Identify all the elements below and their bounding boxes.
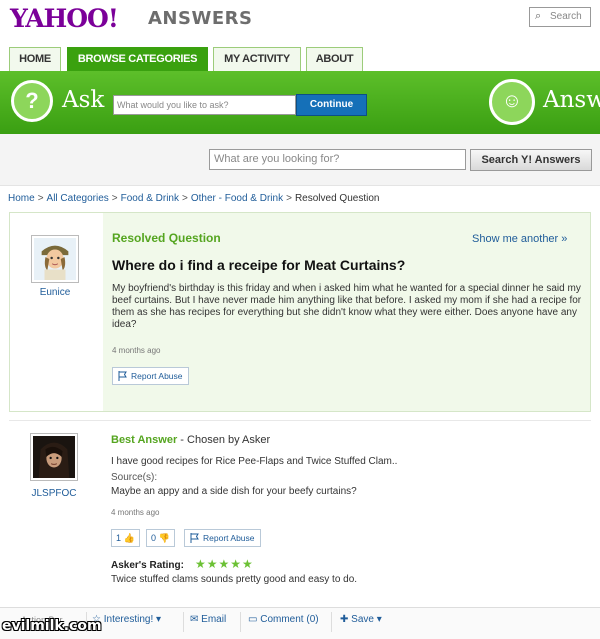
divider bbox=[183, 612, 184, 632]
yahoo-logo[interactable]: YAHOO! bbox=[10, 4, 119, 33]
divider bbox=[240, 612, 241, 632]
answer-report-abuse-button[interactable]: Report Abuse bbox=[184, 529, 261, 547]
save-button[interactable]: ✚ Save ▾ bbox=[340, 614, 382, 625]
save-label: Save bbox=[351, 614, 374, 625]
rating-stars: ★★★★★ bbox=[195, 557, 254, 571]
chevron-down-icon: ▾ bbox=[156, 614, 162, 625]
chosen-by-label: - Chosen by Asker bbox=[180, 434, 271, 446]
chevron-down-icon: ▾ bbox=[376, 614, 382, 625]
thumbs-down-count: 0 bbox=[151, 533, 157, 543]
show-another-link[interactable]: Show me another » bbox=[472, 233, 567, 245]
answer-label[interactable]: Answ bbox=[543, 87, 600, 113]
breadcrumb-other-food-drink[interactable]: Other - Food & Drink bbox=[191, 193, 283, 204]
comment-label: Comment (0) bbox=[260, 614, 319, 625]
breadcrumb-home[interactable]: Home bbox=[8, 193, 35, 204]
best-answer-label: Best Answer bbox=[111, 434, 178, 446]
continue-button[interactable]: Continue bbox=[296, 94, 367, 116]
ask-band: ? Ask What would you like to ask? Contin… bbox=[0, 71, 600, 134]
thumbs-up-count: 1 bbox=[116, 533, 122, 543]
top-search-placeholder: Search bbox=[550, 11, 582, 22]
interesting-label: Interesting! bbox=[103, 614, 154, 625]
answer-report-abuse-label: Report Abuse bbox=[203, 533, 255, 543]
smiley-icon: ☺ bbox=[489, 79, 535, 125]
question-asker-column: Eunice bbox=[10, 213, 103, 411]
comment-icon: ▭ bbox=[248, 614, 258, 625]
report-abuse-label: Report Abuse bbox=[131, 371, 183, 381]
asker-rating-label: Asker's Rating: bbox=[111, 560, 184, 571]
ask-input[interactable]: What would you like to ask? bbox=[113, 95, 296, 115]
divider bbox=[331, 612, 332, 632]
breadcrumb-separator: > bbox=[182, 193, 188, 204]
question-mark-icon: ? bbox=[11, 80, 53, 122]
breadcrumb-separator: > bbox=[286, 193, 292, 204]
answer-body: I have good recipes for Rice Pee-Flaps a… bbox=[111, 456, 398, 467]
tab-home[interactable]: HOME bbox=[9, 47, 61, 71]
question-panel: Eunice Resolved Question Show me another… bbox=[9, 212, 591, 412]
answer-timestamp: 4 months ago bbox=[111, 508, 160, 517]
nav-tabs: HOME BROWSE CATEGORIES MY ACTIVITY ABOUT bbox=[0, 47, 600, 71]
main-search-input[interactable]: What are you looking for? bbox=[209, 149, 466, 170]
thumbs-down-button[interactable]: 0 👎 bbox=[146, 529, 175, 547]
envelope-icon: ✉ bbox=[190, 614, 199, 625]
answerer-avatar[interactable] bbox=[30, 433, 78, 481]
tab-about[interactable]: ABOUT bbox=[306, 47, 363, 71]
search-answers-button[interactable]: Search Y! Answers bbox=[470, 149, 592, 171]
best-answer-panel: JLSPFOC Best Answer - Chosen by Asker I … bbox=[9, 420, 591, 605]
plus-icon: ✚ bbox=[340, 614, 349, 625]
asker-avatar[interactable] bbox=[31, 235, 79, 283]
sources-label: Source(s): bbox=[111, 472, 158, 483]
comment-button[interactable]: ▭ Comment (0) bbox=[248, 614, 319, 625]
breadcrumb-food-drink[interactable]: Food & Drink bbox=[121, 193, 179, 204]
breadcrumb: Home > All Categories > Food & Drink > Other -… bbox=[8, 193, 379, 204]
email-label: Email bbox=[201, 614, 227, 625]
thumbs-down-icon: 👎 bbox=[158, 533, 170, 543]
report-abuse-button[interactable]: Report Abuse bbox=[112, 367, 189, 385]
breadcrumb-separator: > bbox=[111, 193, 118, 204]
search-icon: ⌕ bbox=[535, 10, 542, 22]
sources-text: Maybe an appy and a side dish for your b… bbox=[111, 486, 357, 497]
email-button[interactable]: ✉ Email bbox=[190, 614, 226, 625]
answerer-avatar-image bbox=[33, 436, 75, 478]
watermark: evilmilk.com bbox=[2, 618, 102, 634]
tab-browse-categories[interactable]: BROWSE CATEGORIES bbox=[67, 47, 208, 71]
search-strip: What are you looking for? Search Y! Answ… bbox=[0, 134, 600, 186]
question-body: My boyfriend's birthday is this friday a… bbox=[112, 283, 582, 330]
interesting-button[interactable]: ☆ Interesting! ▾ bbox=[92, 614, 161, 625]
asker-name[interactable]: Eunice bbox=[31, 287, 79, 298]
top-search-input[interactable]: ⌕ Search bbox=[529, 7, 591, 27]
best-answer-heading: Best Answer - Chosen by Asker bbox=[111, 434, 270, 446]
flag-icon bbox=[190, 533, 199, 543]
question-timestamp: 4 months ago bbox=[112, 346, 161, 355]
answers-logo-text[interactable]: ANSWERS bbox=[148, 8, 252, 29]
flag-icon bbox=[118, 371, 127, 381]
question-content: Resolved Question Show me another » Wher… bbox=[103, 213, 590, 411]
resolved-question-label: Resolved Question bbox=[112, 231, 221, 245]
rating-comment: Twice stuffed clams sounds pretty good a… bbox=[111, 574, 358, 585]
thumbs-up-icon: 👍 bbox=[123, 533, 135, 543]
breadcrumb-all-categories[interactable]: All Categories bbox=[47, 193, 109, 204]
thumbs-up-button[interactable]: 1 👍 bbox=[111, 529, 140, 547]
question-title: Where do i find a receipe for Meat Curta… bbox=[112, 257, 406, 273]
breadcrumb-current: Resolved Question bbox=[294, 193, 380, 204]
top-bar: YAHOO! ANSWERS ⌕ Search bbox=[0, 0, 600, 46]
asker-avatar-image bbox=[34, 238, 76, 280]
tab-my-activity[interactable]: MY ACTIVITY bbox=[213, 47, 301, 71]
breadcrumb-separator: > bbox=[37, 193, 44, 204]
ask-label: Ask bbox=[62, 87, 105, 113]
answerer-name[interactable]: JLSPFOC bbox=[22, 488, 86, 499]
